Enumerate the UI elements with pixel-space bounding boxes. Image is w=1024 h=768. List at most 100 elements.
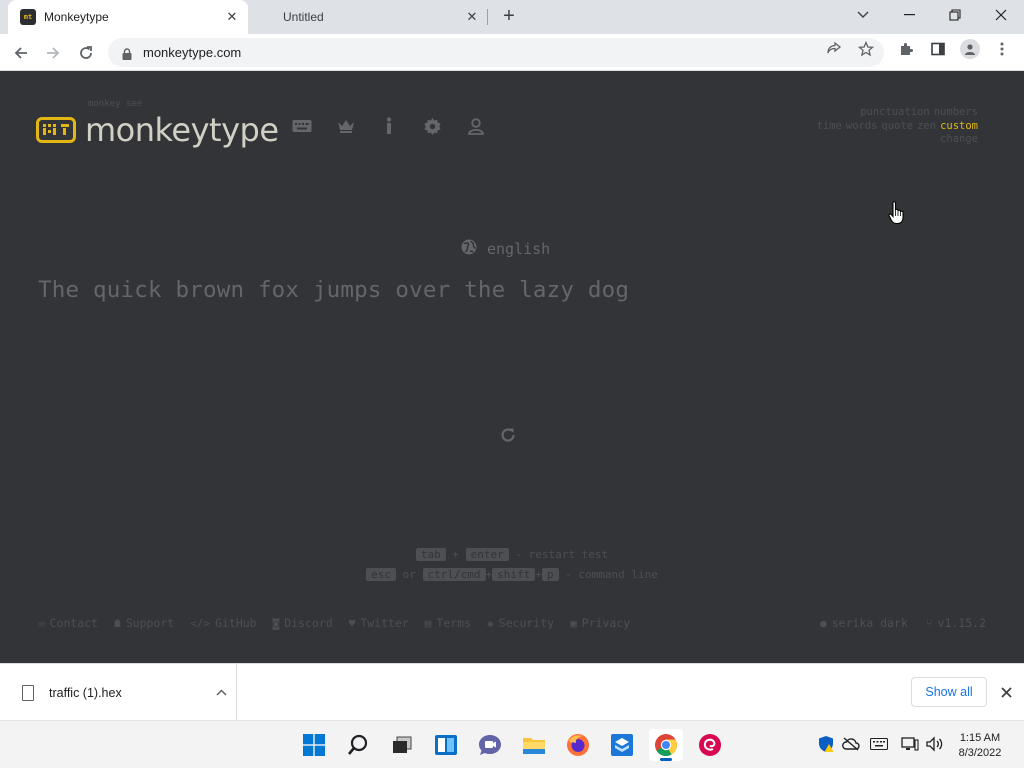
- minimize-button[interactable]: [886, 0, 932, 30]
- chevron-up-icon[interactable]: [206, 687, 236, 699]
- side-panel-icon[interactable]: [929, 40, 947, 58]
- key-enter: enter: [465, 548, 509, 561]
- footer-github-label: GitHub: [215, 616, 257, 630]
- twitter-icon: ♥: [348, 616, 356, 630]
- search-icon[interactable]: [341, 729, 375, 761]
- logo[interactable]: monkey see monkeytype: [36, 99, 279, 149]
- footer-contact[interactable]: ✉ Contact: [38, 616, 98, 630]
- mode-time[interactable]: time: [817, 120, 842, 132]
- test-config: punctuation numbers time words quote zen cust…: [813, 106, 978, 147]
- bookmark-star-icon[interactable]: [857, 40, 875, 58]
- mode-words[interactable]: words: [846, 120, 878, 132]
- crown-icon[interactable]: [336, 115, 380, 137]
- gear-icon[interactable]: [424, 115, 468, 137]
- user-icon[interactable]: [468, 115, 512, 137]
- chrome-icon[interactable]: [649, 729, 683, 761]
- code-branch-icon: ⑂: [925, 616, 933, 630]
- virtualbox-icon[interactable]: [605, 729, 639, 761]
- tab-separator: [487, 9, 488, 25]
- menu-kebab-icon[interactable]: [993, 40, 1011, 58]
- teams-chat-icon[interactable]: [473, 729, 507, 761]
- lock-icon[interactable]: [122, 47, 132, 60]
- file-explorer-icon[interactable]: [517, 729, 551, 761]
- onedrive-offline-icon[interactable]: [842, 735, 860, 753]
- close-tab-icon[interactable]: ✕: [464, 9, 480, 25]
- words-display[interactable]: The quick brown fox jumps over the lazy …: [38, 277, 629, 303]
- forward-button[interactable]: [40, 40, 66, 66]
- tab-search-icon[interactable]: [840, 0, 886, 30]
- footer-terms[interactable]: ▤ Terms: [425, 616, 471, 630]
- back-button[interactable]: [8, 40, 34, 66]
- widgets-icon[interactable]: [429, 729, 463, 761]
- firefox-icon[interactable]: [561, 729, 595, 761]
- hint-restart: tab + enter - restart test: [0, 545, 1024, 565]
- version-label: v1.15.2: [937, 616, 986, 630]
- mode-zen[interactable]: zen: [917, 120, 936, 132]
- network-icon[interactable]: [901, 735, 919, 753]
- browser-toolbar: monkeytype.com: [0, 34, 1024, 71]
- windows-start-icon[interactable]: [297, 729, 331, 761]
- volume-icon[interactable]: [926, 735, 944, 753]
- clock-date: 8/3/2022: [958, 747, 1002, 759]
- footer-security[interactable]: ◈ Security: [487, 616, 554, 630]
- footer-github[interactable]: </> GitHub: [190, 616, 256, 630]
- lock-icon: ▣: [570, 616, 577, 630]
- windows-security-icon[interactable]: [817, 735, 835, 753]
- download-shelf: traffic (1).hex Show all: [0, 663, 1024, 721]
- keyboard-icon[interactable]: [292, 115, 336, 137]
- reload-button[interactable]: [73, 40, 99, 66]
- tab-untitled[interactable]: Untitled ✕: [248, 0, 488, 34]
- debian-icon[interactable]: [693, 729, 727, 761]
- profile-avatar-icon[interactable]: [960, 39, 980, 59]
- download-item[interactable]: traffic (1).hex: [0, 664, 237, 721]
- footer-discord[interactable]: ◙ Discord: [273, 616, 333, 630]
- hint-or: or: [402, 568, 416, 581]
- show-all-button[interactable]: Show all: [911, 677, 987, 707]
- config-punctuation[interactable]: punctuation: [860, 106, 930, 118]
- active-app-indicator: [660, 758, 672, 761]
- info-icon[interactable]: [380, 115, 424, 137]
- keyboard-layout-icon[interactable]: [870, 735, 888, 753]
- footer-support[interactable]: ☗ Support: [114, 616, 174, 630]
- key-esc: esc: [366, 568, 397, 581]
- new-tab-button[interactable]: +: [498, 6, 520, 28]
- address-bar[interactable]: monkeytype.com: [108, 38, 884, 67]
- restart-test-icon[interactable]: [497, 424, 519, 446]
- extensions-icon[interactable]: [897, 40, 915, 58]
- discord-icon: ◙: [272, 616, 280, 630]
- config-numbers[interactable]: numbers: [934, 106, 978, 118]
- close-window-button[interactable]: [978, 0, 1024, 30]
- custom-change-button[interactable]: change: [940, 133, 978, 145]
- clock-time: 1:15 AM: [959, 732, 1001, 744]
- tab-title: Untitled: [283, 10, 324, 24]
- language-selector[interactable]: english: [461, 239, 550, 259]
- restore-button[interactable]: [932, 0, 978, 30]
- share-icon[interactable]: [825, 40, 843, 58]
- key-ctrl-cmd: ctrl/cmd: [422, 568, 486, 581]
- footer-privacy-label: Privacy: [581, 616, 631, 630]
- url-text: monkeytype.com: [143, 45, 242, 60]
- config-row-3: change: [813, 133, 978, 147]
- donate-icon: ☗: [114, 616, 121, 630]
- mode-custom[interactable]: custom: [940, 120, 978, 132]
- close-tab-icon[interactable]: ✕: [224, 9, 240, 25]
- footer-twitter[interactable]: ♥ Twitter: [349, 616, 409, 630]
- theme-button[interactable]: ● serika dark: [820, 616, 908, 630]
- key-tab: tab: [415, 548, 446, 561]
- hand-pointer-cursor-icon: [888, 201, 906, 225]
- close-shelf-icon[interactable]: [996, 682, 1016, 702]
- hint-plus: +: [535, 568, 542, 581]
- footer-discord-label: Discord: [284, 616, 333, 630]
- hint-plus: +: [452, 548, 460, 561]
- footer: ✉ Contact ☗ Support </> GitHub ◙ Discord ♥ Tw…: [38, 616, 986, 630]
- keyboard-hints: tab + enter - restart test esc or ctrl/c…: [0, 545, 1024, 585]
- version-button[interactable]: ⑂ v1.15.2: [926, 616, 986, 630]
- system-clock[interactable]: 1:15 AM 8/3/2022: [955, 731, 1005, 761]
- footer-contact-label: Contact: [49, 616, 99, 630]
- task-view-icon[interactable]: [385, 729, 419, 761]
- shield-icon: ◈: [487, 616, 494, 630]
- envelope-icon: ✉: [38, 616, 45, 630]
- footer-privacy[interactable]: ▣ Privacy: [570, 616, 630, 630]
- tab-monkeytype[interactable]: mt Monkeytype ✕: [8, 0, 248, 34]
- mode-quote[interactable]: quote: [881, 120, 913, 132]
